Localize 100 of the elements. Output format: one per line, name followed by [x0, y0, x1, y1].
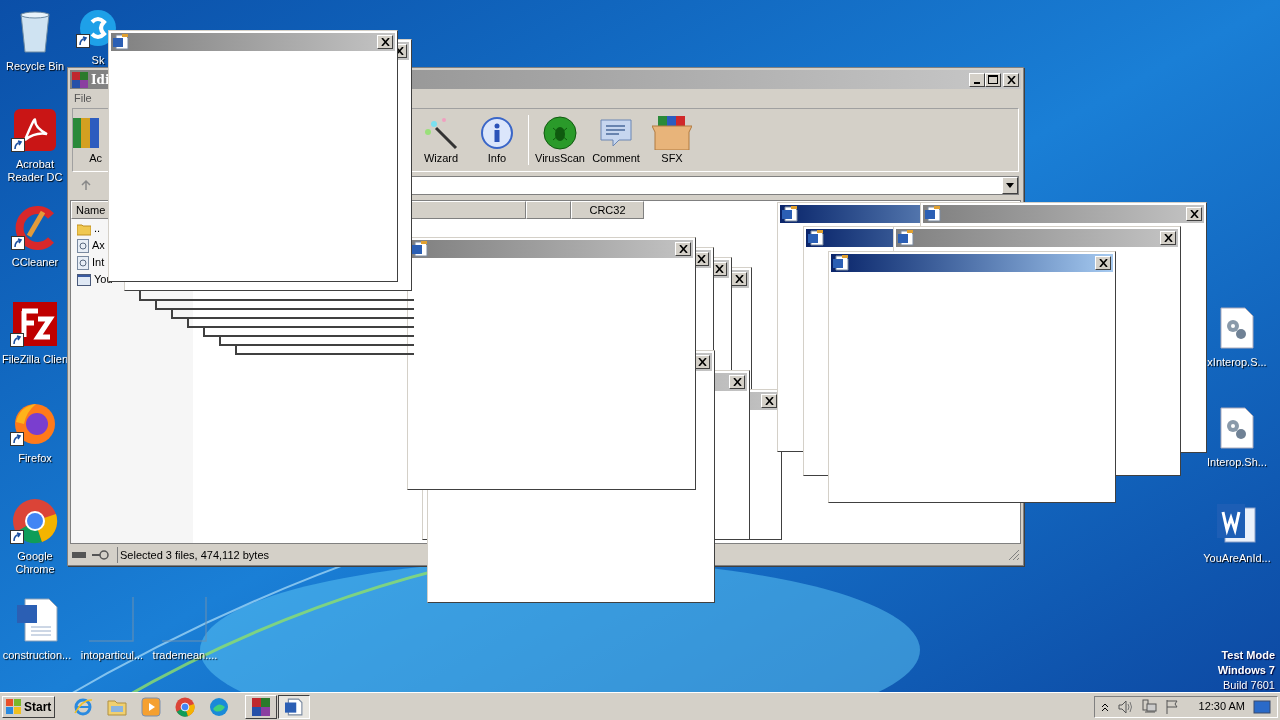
dropdown-arrow-icon [1006, 182, 1014, 188]
shortcut-arrow-icon [11, 236, 25, 250]
start-button[interactable]: Start [2, 695, 56, 718]
desktop-icon-label[interactable]: Google Chrome [5, 550, 65, 576]
document-icon [833, 255, 849, 271]
close-icon [1098, 259, 1108, 267]
desktop-icon-label[interactable]: Acrobat Reader DC [5, 158, 65, 184]
toolbar-button[interactable]: Wizard [413, 109, 469, 171]
document-icon [898, 230, 914, 246]
maximize-button[interactable] [985, 72, 1001, 87]
shortcut-arrow-icon [76, 34, 90, 48]
folder-icon [77, 221, 91, 236]
desktop-icon-label[interactable]: Interop.Sh... [1207, 456, 1267, 469]
word-document-icon [1215, 502, 1259, 546]
close-button[interactable] [761, 394, 777, 408]
desktop-icon-label[interactable]: construction... [2, 649, 72, 662]
close-icon [678, 245, 688, 253]
toolbar-button[interactable]: SFX [644, 109, 700, 171]
play-icon[interactable] [141, 696, 162, 717]
transfer-app-icon [12, 301, 58, 347]
show-desktop-icon[interactable] [1253, 699, 1271, 714]
info-icon [480, 115, 514, 150]
os-notice-text: Windows 7 [1217, 663, 1275, 678]
browser-icon [12, 498, 58, 544]
shortcut-arrow-icon [10, 432, 24, 446]
close-icon [764, 397, 774, 405]
desktop-icon-label[interactable]: intoparticul... [80, 649, 144, 662]
minimize-icon [974, 81, 980, 84]
gear-file-icon [77, 255, 89, 270]
browser-icon[interactable] [175, 696, 196, 717]
column-header[interactable] [526, 201, 571, 219]
close-button[interactable] [377, 35, 393, 49]
desktop-icon-label[interactable]: xInterop.S... [1207, 356, 1267, 369]
speaker-icon[interactable] [1116, 699, 1133, 714]
close-icon [1189, 210, 1199, 218]
document-icon [808, 230, 824, 246]
close-button[interactable] [1186, 207, 1202, 221]
window-title: Idi [91, 71, 110, 89]
key-icon [91, 549, 109, 561]
network-icon[interactable] [1140, 698, 1157, 715]
trash-can-icon [18, 10, 52, 54]
close-button[interactable] [1003, 72, 1019, 87]
file-name[interactable]: .. [94, 220, 101, 237]
desktop-icon-label[interactable]: FileZilla Clien [2, 353, 68, 366]
menu-item[interactable]: File [74, 90, 92, 107]
desktop-icon-label[interactable]: CCleaner [11, 256, 59, 269]
shortcut-arrow-icon [10, 333, 24, 347]
windows-flag-icon [6, 698, 22, 715]
os-notice-text: Test Mode [1221, 648, 1275, 663]
toolbar-button[interactable]: Ac [73, 109, 102, 171]
app-icon [72, 71, 88, 88]
toolbar-button[interactable]: Comment [588, 109, 644, 171]
window-file-icon [77, 273, 91, 286]
status-text: Selected 3 files, 474,112 bytes [117, 546, 269, 564]
os-notice-text: Build 7601 [1223, 678, 1275, 693]
toolbar-button[interactable]: Info [469, 109, 525, 171]
close-button[interactable] [729, 375, 745, 389]
close-icon [714, 265, 724, 273]
drive-icon [71, 551, 87, 559]
shortcut-arrow-icon [10, 530, 24, 544]
close-icon [696, 255, 706, 263]
document-icon [925, 206, 941, 222]
shortcut-arrow-icon [11, 138, 25, 152]
close-icon [380, 38, 390, 46]
close-button[interactable] [1095, 256, 1111, 270]
document-icon [113, 34, 129, 50]
gear-file-icon [77, 238, 89, 253]
resize-grip-icon[interactable] [1008, 549, 1020, 561]
file-name[interactable]: Int [92, 254, 105, 271]
document-app-icon [13, 108, 57, 152]
chevron-up-icon[interactable] [1100, 701, 1109, 712]
file-name[interactable]: Ax [92, 237, 105, 254]
minimize-button[interactable] [969, 72, 985, 87]
blank-file-icon [89, 597, 135, 643]
blank-file-icon [162, 597, 208, 643]
desktop-icon-label[interactable]: YouAreAnId... [1203, 552, 1271, 565]
close-icon [1006, 75, 1016, 84]
desktop-icon-label[interactable]: trademean.... [152, 649, 218, 662]
document-icon [15, 597, 59, 643]
desktop-icon-label[interactable]: Recycle Bin [5, 60, 65, 73]
gear-file-icon [1219, 306, 1255, 350]
desktop-icon-label[interactable]: Firefox [18, 452, 52, 465]
toolbar-button[interactable]: VirusScan [532, 109, 588, 171]
close-button[interactable] [1160, 231, 1176, 245]
books-icon [73, 115, 102, 150]
gear-file-icon [1219, 406, 1255, 450]
flag-icon[interactable] [1164, 698, 1179, 715]
app-icon [252, 697, 271, 716]
close-button[interactable] [675, 242, 691, 256]
clock[interactable]: 12:30 AM [1198, 698, 1245, 715]
close-icon [732, 378, 742, 386]
desktop-icon-label[interactable]: Sk [91, 54, 105, 67]
close-icon [697, 358, 707, 366]
maximize-icon [988, 75, 998, 84]
close-icon [1163, 234, 1173, 242]
taskbar-button[interactable] [278, 694, 311, 719]
magic-wand-icon [424, 115, 458, 150]
bug-scan-icon [543, 115, 577, 150]
column-header[interactable]: CRC32 [571, 201, 644, 219]
document-icon [782, 206, 798, 222]
